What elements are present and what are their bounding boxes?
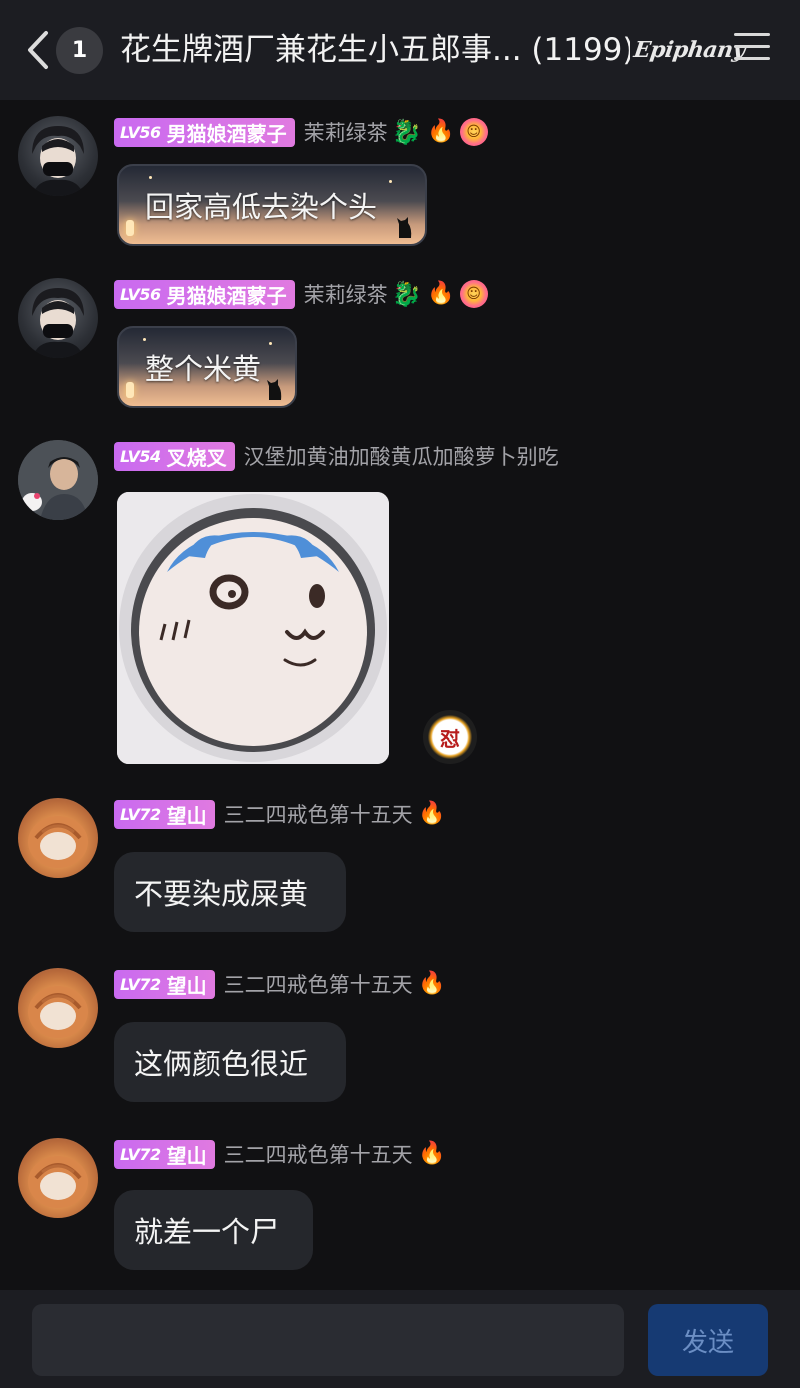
lamp-decoration [126, 382, 134, 398]
user-signature: 三二四戒色第十五天 [223, 1143, 413, 1167]
user-signature: 三二四戒色第十五天 [223, 803, 413, 827]
user-signature: 三二四戒色第十五天 [223, 973, 413, 997]
message-meta: LV72 望山 三二四戒色第十五天 🔥 [114, 968, 447, 1000]
message-meta: LV56 男猫娘酒蒙子 茉莉绿茶 🐉 🔥 ☺ [114, 116, 488, 148]
reaction-badge[interactable]: 怼 [423, 710, 477, 764]
lamp-decoration [126, 220, 134, 236]
message-text: 回家高低去染个头 [145, 190, 378, 224]
unread-count-badge[interactable]: 1 [56, 27, 103, 74]
nickname[interactable]: 男猫娘酒蒙子 [167, 280, 287, 309]
chat-header: 1 花生牌酒厂兼花生小五郎事... (1199) Epiphany [0, 0, 800, 100]
anime-boy-mask-avatar[interactable] [18, 116, 98, 196]
message-bubble[interactable]: 就差一个尸 [114, 1190, 313, 1270]
message-meta: LV56 男猫娘酒蒙子 茉莉绿茶 🐉 🔥 ☺ [114, 278, 488, 310]
message-text: 整个米黄 [145, 352, 262, 386]
nickname[interactable]: 望山 [167, 800, 207, 829]
user-signature: 汉堡加黄油加酸黄瓜加酸萝卜别吃 [243, 445, 559, 469]
flame-icon: 🔥 [417, 971, 446, 996]
user-signature: 茉莉绿茶 [303, 121, 388, 145]
message-bubble[interactable]: 整个米黄 [117, 326, 297, 408]
chiikawa-style-cake-sticker[interactable] [117, 492, 389, 764]
level-badge: LV72 望山 [114, 969, 215, 999]
message-bubble[interactable]: 回家高低去染个头 [117, 164, 427, 246]
cat-silhouette-icon [397, 217, 412, 238]
anime-boy-mask-avatar[interactable] [18, 278, 98, 358]
hamburger-menu-icon [734, 33, 770, 60]
message-text: 就差一个尸 [134, 1215, 280, 1249]
chat-message: LV56 男猫娘酒蒙子 茉莉绿茶 🐉 🔥 ☺ 回家高低去染个头 [0, 100, 800, 260]
chat-message: LV72 望山 三二四戒色第十五天 🔥 这俩颜色很近 [0, 954, 800, 1114]
message-bubble[interactable]: 不要染成屎黄 [114, 852, 346, 932]
level-badge: LV54 叉烧叉 [114, 441, 235, 471]
sleeping-cat-avatar[interactable] [18, 968, 98, 1048]
level-badge: LV72 望山 [114, 799, 215, 829]
young-man-photo-avatar[interactable] [18, 440, 98, 520]
nickname[interactable]: 叉烧叉 [167, 442, 227, 471]
message-meta: LV72 望山 三二四戒色第十五天 🔥 [114, 1138, 447, 1170]
composer-bar: 发送 [0, 1290, 800, 1388]
chat-message: LV72 望山 三二四戒色第十五天 🔥 就差一个尸 [0, 1124, 800, 1284]
chevron-left-icon [28, 31, 48, 69]
dragon-emblem-icon: 🐉 [391, 280, 422, 308]
flower-smile-icon: ☺ [459, 280, 488, 308]
nickname[interactable]: 望山 [167, 970, 207, 999]
level-badge: LV56 男猫娘酒蒙子 [114, 279, 295, 309]
nickname[interactable]: 男猫娘酒蒙子 [167, 118, 287, 147]
send-button[interactable]: 发送 [648, 1304, 768, 1376]
chat-title: 花生牌酒厂兼花生小五郎事... (1199) [120, 32, 630, 68]
message-text: 不要染成屎黄 [134, 877, 309, 911]
level-badge: LV72 望山 [114, 1139, 215, 1169]
flame-icon: 🔥 [426, 281, 455, 306]
chat-message: LV56 男猫娘酒蒙子 茉莉绿茶 🐉 🔥 ☺ 整个米黄 [0, 262, 800, 422]
chat-message: LV54 叉烧叉 汉堡加黄油加酸黄瓜加酸萝卜别吃 怼 [0, 424, 800, 774]
sleeping-cat-avatar[interactable] [18, 1138, 98, 1218]
message-meta: LV54 叉烧叉 汉堡加黄油加酸黄瓜加酸萝卜别吃 [114, 440, 559, 472]
chat-message: LV72 望山 三二四戒色第十五天 🔥 不要染成屎黄 [0, 784, 800, 944]
back-button[interactable] [22, 28, 56, 72]
level-badge: LV56 男猫娘酒蒙子 [114, 117, 295, 147]
flame-icon: 🔥 [417, 1141, 446, 1166]
dragon-emblem-icon: 🐉 [391, 118, 422, 146]
user-signature: 茉莉绿茶 [303, 283, 388, 307]
message-meta: LV72 望山 三二四戒色第十五天 🔥 [114, 798, 447, 830]
message-bubble[interactable]: 这俩颜色很近 [114, 1022, 346, 1102]
sleeping-cat-avatar[interactable] [18, 798, 98, 878]
flower-smile-icon: ☺ [459, 118, 488, 146]
message-input[interactable] [32, 1304, 624, 1376]
flame-icon: 🔥 [417, 801, 446, 826]
nickname[interactable]: 望山 [167, 1140, 207, 1169]
message-text: 这俩颜色很近 [134, 1047, 309, 1081]
brand-logo: Epiphany [632, 37, 747, 63]
cat-silhouette-icon [267, 379, 282, 400]
flame-icon: 🔥 [426, 119, 455, 144]
menu-button[interactable] [734, 33, 770, 65]
